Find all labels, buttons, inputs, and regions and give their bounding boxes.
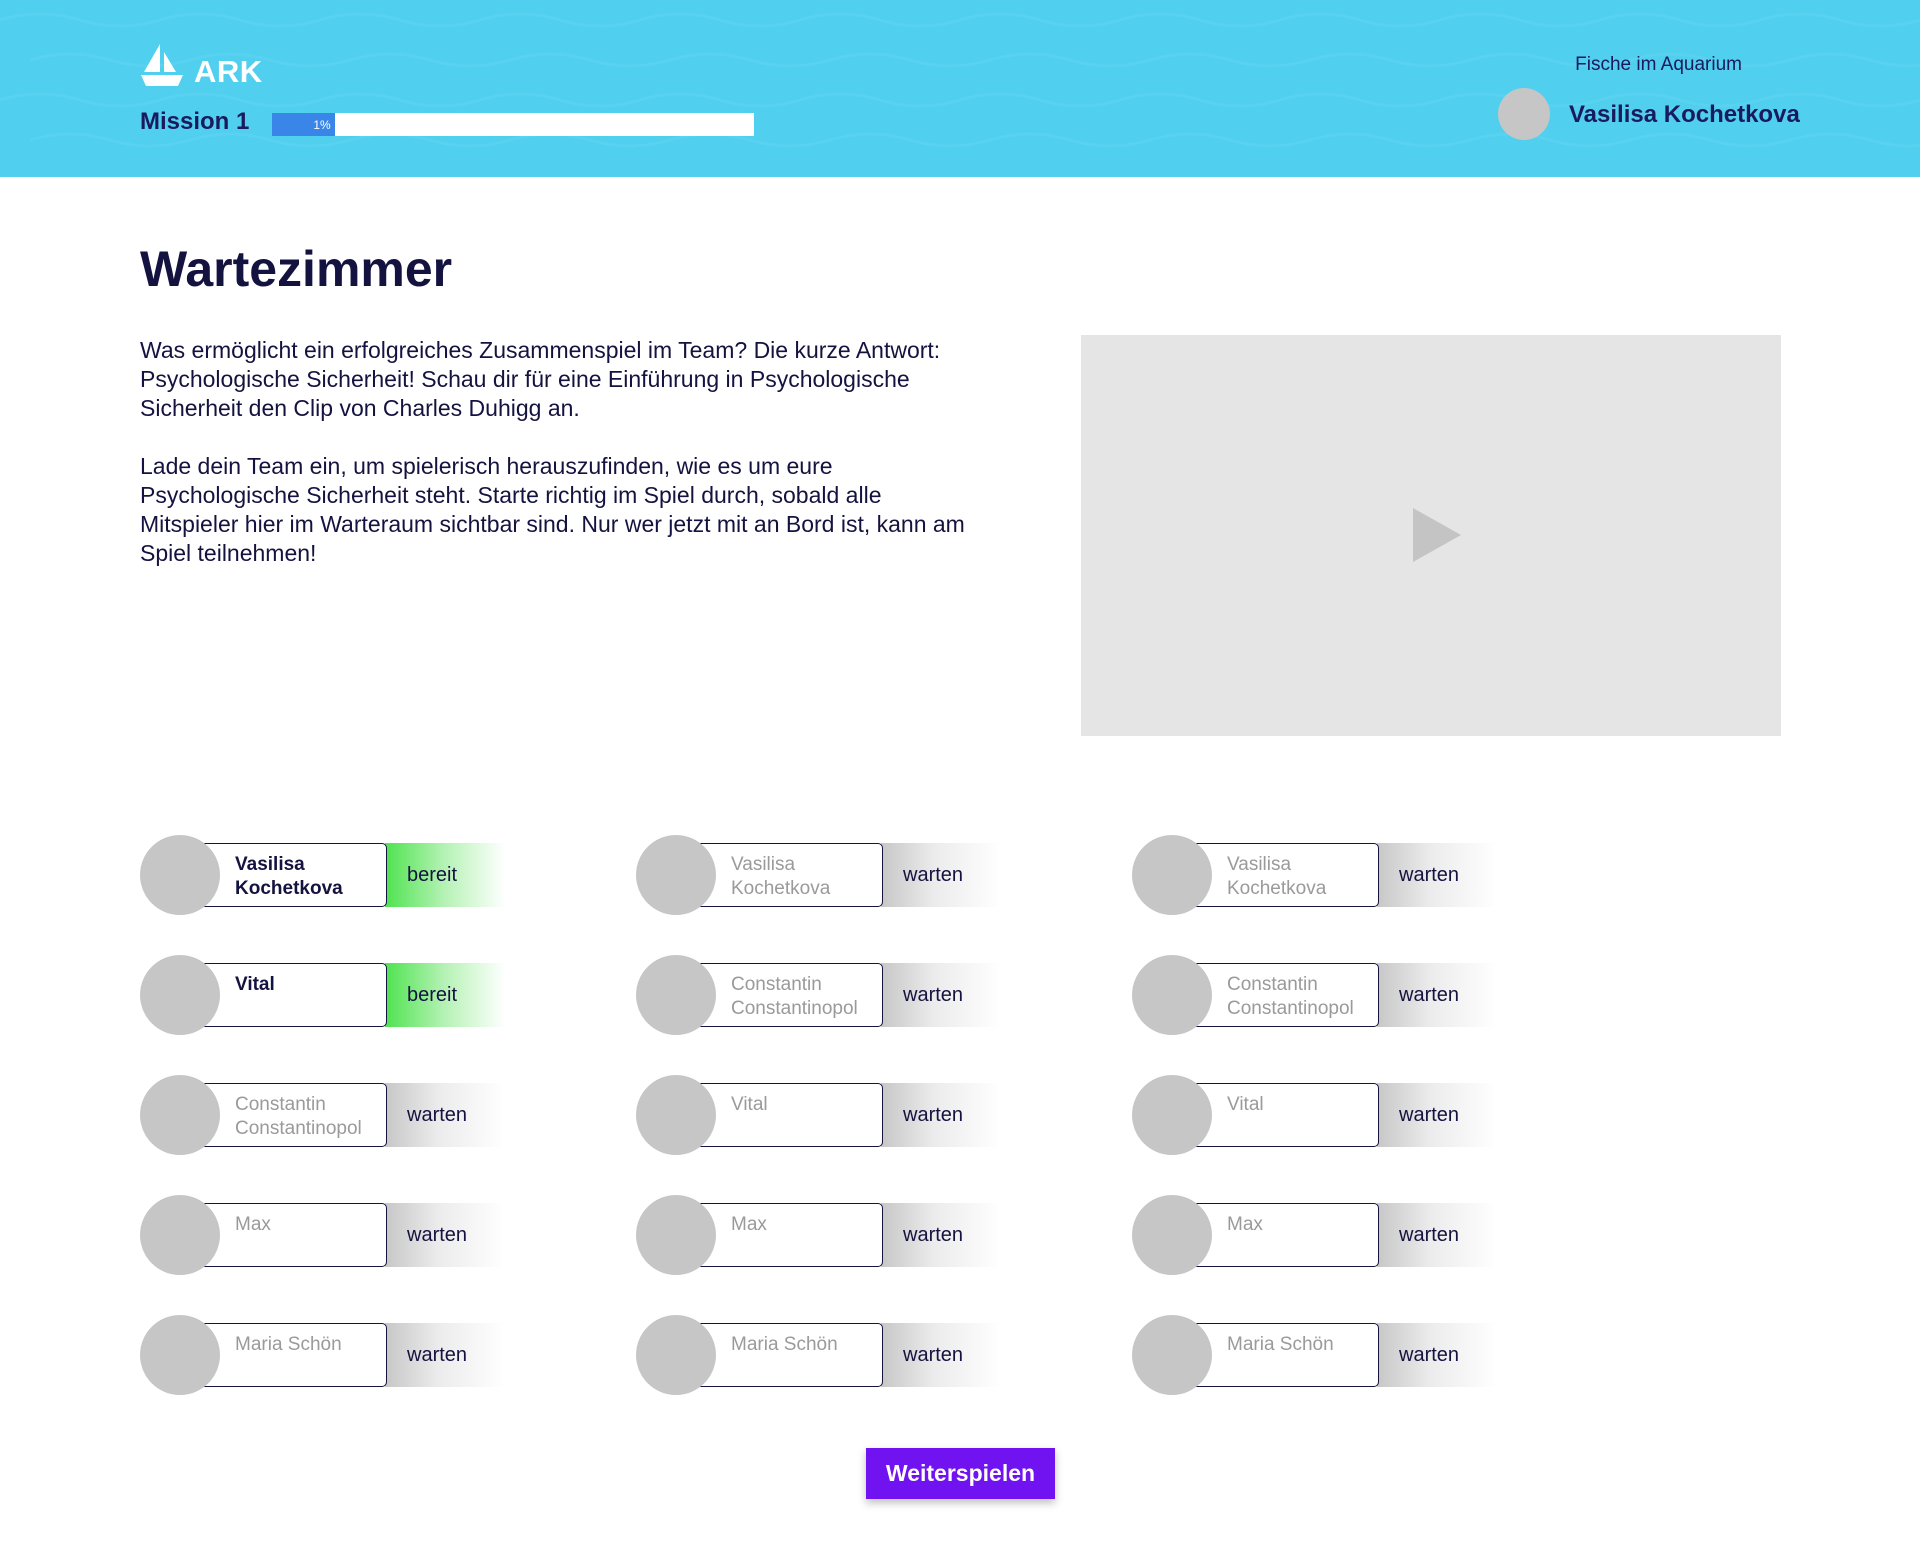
intro-paragraph: Lade dein Team ein, um spielerisch herau… xyxy=(140,453,965,566)
player-status: warten xyxy=(1399,1103,1460,1126)
player-card: warten Maria Schön xyxy=(636,1315,1001,1395)
player-name: Max xyxy=(235,1214,271,1235)
player-card: warten Max xyxy=(1132,1195,1497,1275)
player-avatar xyxy=(1132,835,1212,915)
player-avatar xyxy=(1132,1075,1212,1155)
player-card: warten Vital xyxy=(1132,1075,1497,1155)
player-status: warten xyxy=(903,863,964,886)
player-name: Constantin Constantinopol xyxy=(731,974,858,1019)
player-avatar xyxy=(1132,1195,1212,1275)
player-avatar xyxy=(636,955,716,1035)
player-status: warten xyxy=(903,1343,964,1366)
page-title: Wartezimmer xyxy=(140,241,453,297)
player-status: bereit xyxy=(407,983,458,1006)
player-name: Constantin Constantinopol xyxy=(235,1094,362,1139)
player-status: warten xyxy=(903,1103,964,1126)
player-status: warten xyxy=(407,1103,468,1126)
team-name: Fische im Aquarium xyxy=(1575,54,1742,75)
player-avatar xyxy=(140,955,220,1035)
player-name: Maria Schön xyxy=(731,1334,838,1355)
player-status: warten xyxy=(407,1343,468,1366)
player-card: bereit Vital xyxy=(140,955,505,1035)
brand-logo[interactable]: ARK xyxy=(140,38,263,88)
wave-pattern xyxy=(0,12,1920,148)
player-name: Maria Schön xyxy=(235,1334,342,1355)
player-card: warten Vital xyxy=(636,1075,1001,1155)
player-status: warten xyxy=(1399,1223,1460,1246)
player-name: Max xyxy=(1227,1214,1263,1235)
player-name: Vital xyxy=(731,1094,768,1115)
player-name: Vasilisa Kochetkova xyxy=(731,854,831,899)
player-avatar xyxy=(636,1315,716,1395)
player-avatar xyxy=(636,835,716,915)
mission-label: Mission 1 xyxy=(140,108,250,135)
player-status: bereit xyxy=(407,863,458,886)
player-avatar xyxy=(1132,1315,1212,1395)
player-name: Max xyxy=(731,1214,767,1235)
intro-paragraph: Was ermöglicht ein erfolgreiches Zusamme… xyxy=(140,337,941,421)
player-status: warten xyxy=(1399,983,1460,1006)
player-avatar xyxy=(1132,955,1212,1035)
player-card: warten Maria Schön xyxy=(1132,1315,1497,1395)
player-card: warten Maria Schön xyxy=(140,1315,505,1395)
video-player[interactable] xyxy=(1081,335,1781,736)
player-card: warten Constantin Constantinopol xyxy=(636,955,1001,1035)
player-name: Constantin Constantinopol xyxy=(1227,974,1354,1019)
player-name: Vital xyxy=(235,974,275,995)
player-avatar xyxy=(636,1075,716,1155)
mission-progress-bar: 1% xyxy=(272,113,754,136)
sailboat-icon xyxy=(141,44,183,86)
intro-text: Was ermöglicht ein erfolgreiches Zusamme… xyxy=(140,336,970,568)
player-card: warten Constantin Constantinopol xyxy=(1132,955,1497,1035)
progress-fill: 1% xyxy=(272,113,335,136)
player-avatar xyxy=(140,1315,220,1395)
top-header: ARK Mission 1 1% Fische im Aquarium Vasi… xyxy=(0,0,1920,177)
player-status: warten xyxy=(903,983,964,1006)
user-avatar[interactable] xyxy=(1498,88,1550,140)
player-status: warten xyxy=(903,1223,964,1246)
player-status: warten xyxy=(1399,863,1460,886)
player-status: warten xyxy=(1399,1343,1460,1366)
player-avatar xyxy=(140,1195,220,1275)
player-name: Vasilisa Kochetkova xyxy=(235,854,343,899)
brand-name: ARK xyxy=(194,54,263,89)
continue-button[interactable]: Weiterspielen xyxy=(866,1448,1055,1499)
player-card: warten Max xyxy=(636,1195,1001,1275)
player-card: warten Vasilisa Kochetkova xyxy=(636,835,1001,915)
user-name[interactable]: Vasilisa Kochetkova xyxy=(1569,101,1800,129)
play-icon[interactable] xyxy=(1413,508,1461,562)
player-card: warten Max xyxy=(140,1195,505,1275)
player-name: Maria Schön xyxy=(1227,1334,1334,1355)
player-status: warten xyxy=(407,1223,468,1246)
player-card: warten Vasilisa Kochetkova xyxy=(1132,835,1497,915)
player-avatar xyxy=(140,835,220,915)
player-card: bereit Vasilisa Kochetkova xyxy=(140,835,505,915)
player-avatar xyxy=(636,1195,716,1275)
player-avatar xyxy=(140,1075,220,1155)
player-name: Vital xyxy=(1227,1094,1264,1115)
progress-label: 1% xyxy=(313,117,331,132)
player-name: Vasilisa Kochetkova xyxy=(1227,854,1327,899)
player-card: warten Constantin Constantinopol xyxy=(140,1075,505,1155)
